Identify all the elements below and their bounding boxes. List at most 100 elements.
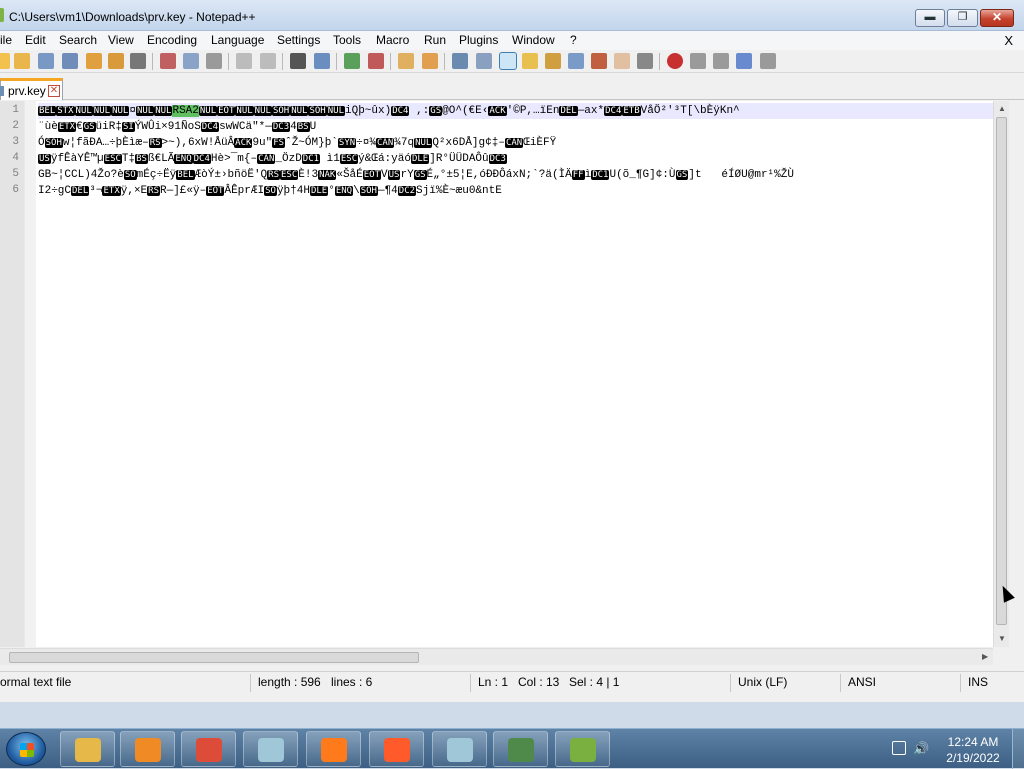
- code-text: rY: [400, 169, 414, 181]
- indent-guide-icon[interactable]: [499, 52, 517, 70]
- code-line: GB~¦CCL)4Žo?èSOmÉç÷ËÿBELÆòÝ±›bñöË'QRS ESC…: [38, 167, 994, 183]
- stop-recording-icon[interactable]: [690, 53, 706, 69]
- control-char-badge: DC3: [488, 154, 507, 164]
- tab-close-icon[interactable]: ✕: [48, 85, 60, 97]
- udl-icon[interactable]: [614, 53, 630, 69]
- function-list-icon[interactable]: [545, 53, 561, 69]
- start-button[interactable]: [6, 732, 46, 766]
- code-text: \: [353, 185, 360, 197]
- redo-icon[interactable]: [260, 53, 276, 69]
- vertical-scroll-thumb[interactable]: [996, 117, 1007, 625]
- sync-horizontal-icon[interactable]: [422, 53, 438, 69]
- cut-icon[interactable]: [160, 53, 176, 69]
- menu-help[interactable]: ?: [570, 33, 577, 47]
- vertical-scrollbar[interactable]: ▲ ▼: [993, 101, 1009, 647]
- save-macro-icon[interactable]: [760, 53, 776, 69]
- menu-edit[interactable]: Edit: [25, 33, 46, 47]
- code-text: Sjï%È~æu0&ntE: [416, 185, 502, 197]
- notepad-2-taskbar-button[interactable]: [432, 731, 487, 767]
- control-char-badge: EOT: [206, 186, 225, 196]
- firefox-icon: [321, 738, 347, 762]
- status-separator: [840, 674, 841, 692]
- show-desktop-button[interactable]: [1012, 729, 1024, 769]
- menu-file[interactable]: ile: [0, 33, 12, 47]
- clock-time[interactable]: 12:24 AM: [944, 735, 1002, 749]
- control-char-badge: SOH: [308, 106, 327, 116]
- preview-icon[interactable]: [637, 53, 653, 69]
- scroll-up-icon[interactable]: ▲: [998, 104, 1006, 113]
- file-icon: [0, 86, 4, 96]
- close-all-icon[interactable]: [108, 53, 124, 69]
- code-area[interactable]: BEL STX NUL NUL NUL¤NUL NULRSA2NUL EOT NUL NUL SO…: [38, 101, 994, 647]
- code-text: V: [381, 169, 388, 181]
- notepadpp-taskbar-button[interactable]: [555, 731, 610, 767]
- horizontal-scrollbar[interactable]: ▶: [0, 648, 993, 665]
- folder-workspace-icon[interactable]: [568, 53, 584, 69]
- textviewer-taskbar-button[interactable]: [493, 731, 548, 767]
- playback-icon[interactable]: [713, 53, 729, 69]
- menu-macro[interactable]: Macro: [376, 33, 409, 47]
- code-text: ÝWÛi×91ÑoS: [134, 121, 201, 133]
- control-char-badge: ESC: [103, 154, 122, 164]
- sync-vertical-icon[interactable]: [398, 53, 414, 69]
- close-document-button[interactable]: X: [1004, 33, 1013, 48]
- notepadpp-window: C:\Users\vm1\Downloads\prv.key - Notepad…: [0, 0, 1024, 702]
- scroll-down-icon[interactable]: ▼: [998, 634, 1006, 643]
- save-all-icon[interactable]: [62, 53, 78, 69]
- firefox-taskbar-button[interactable]: [306, 731, 361, 767]
- zoom-in-icon[interactable]: [344, 53, 360, 69]
- network-icon[interactable]: [892, 741, 906, 755]
- horizontal-scroll-thumb[interactable]: [9, 652, 419, 663]
- undo-icon[interactable]: [236, 53, 252, 69]
- tab-prv-key[interactable]: prv.key ✕: [0, 78, 63, 100]
- save-icon[interactable]: [38, 53, 54, 69]
- notepad-taskbar-button[interactable]: [243, 731, 298, 767]
- control-char-badge: DC1: [591, 170, 610, 180]
- paste-icon[interactable]: [206, 53, 222, 69]
- copy-icon[interactable]: [183, 53, 199, 69]
- close-button[interactable]: ✕: [980, 9, 1014, 27]
- word-wrap-icon[interactable]: [452, 53, 468, 69]
- show-all-characters-icon[interactable]: [476, 53, 492, 69]
- volume-icon[interactable]: 🔊: [913, 741, 929, 757]
- minimize-button[interactable]: ▬: [915, 9, 945, 27]
- menu-window[interactable]: Window: [512, 33, 555, 47]
- status-separator: [730, 674, 731, 692]
- code-text: ¨ùè: [38, 121, 58, 133]
- menu-settings[interactable]: Settings: [277, 33, 320, 47]
- menu-language[interactable]: Language: [211, 33, 264, 47]
- new-file-icon[interactable]: [0, 53, 10, 69]
- maximize-button[interactable]: ❐: [947, 9, 978, 27]
- toolbar-separator: [152, 53, 153, 70]
- menu-plugins[interactable]: Plugins: [459, 33, 498, 47]
- line-number: 4: [12, 152, 19, 164]
- line-number: 5: [12, 168, 19, 180]
- menu-encoding[interactable]: Encoding: [147, 33, 197, 47]
- title-bar[interactable]: C:\Users\vm1\Downloads\prv.key - Notepad…: [0, 0, 1024, 31]
- media-player-taskbar-button[interactable]: [120, 731, 175, 767]
- run-macro-multiple-icon[interactable]: [736, 53, 752, 69]
- close-icon[interactable]: [86, 53, 102, 69]
- media-player-icon: [135, 738, 161, 762]
- chrome-taskbar-button[interactable]: [181, 731, 236, 767]
- open-file-icon[interactable]: [14, 53, 30, 69]
- control-char-badge: US: [38, 154, 51, 164]
- menu-run[interactable]: Run: [424, 33, 446, 47]
- editor[interactable]: 1 2 3 4 5 6 BEL STX NUL NUL NUL¤NUL NULRSA2NU…: [0, 101, 1008, 647]
- zoom-out-icon[interactable]: [368, 53, 384, 69]
- record-macro-icon[interactable]: [667, 53, 683, 69]
- monitoring-icon[interactable]: [591, 53, 607, 69]
- menu-view[interactable]: View: [108, 33, 134, 47]
- clock-date[interactable]: 2/19/2022: [944, 751, 1002, 765]
- menu-tools[interactable]: Tools: [333, 33, 361, 47]
- replace-icon[interactable]: [314, 53, 330, 69]
- scroll-right-icon[interactable]: ▶: [982, 652, 988, 661]
- document-map-icon[interactable]: [522, 53, 538, 69]
- explorer-taskbar-button[interactable]: [60, 731, 115, 767]
- print-icon[interactable]: [130, 53, 146, 69]
- firefox-2-taskbar-button[interactable]: [369, 731, 424, 767]
- control-char-badge: RS: [147, 186, 160, 196]
- menu-search[interactable]: Search: [59, 33, 97, 47]
- find-icon[interactable]: [290, 53, 306, 69]
- control-char-badge: CAN: [375, 138, 395, 148]
